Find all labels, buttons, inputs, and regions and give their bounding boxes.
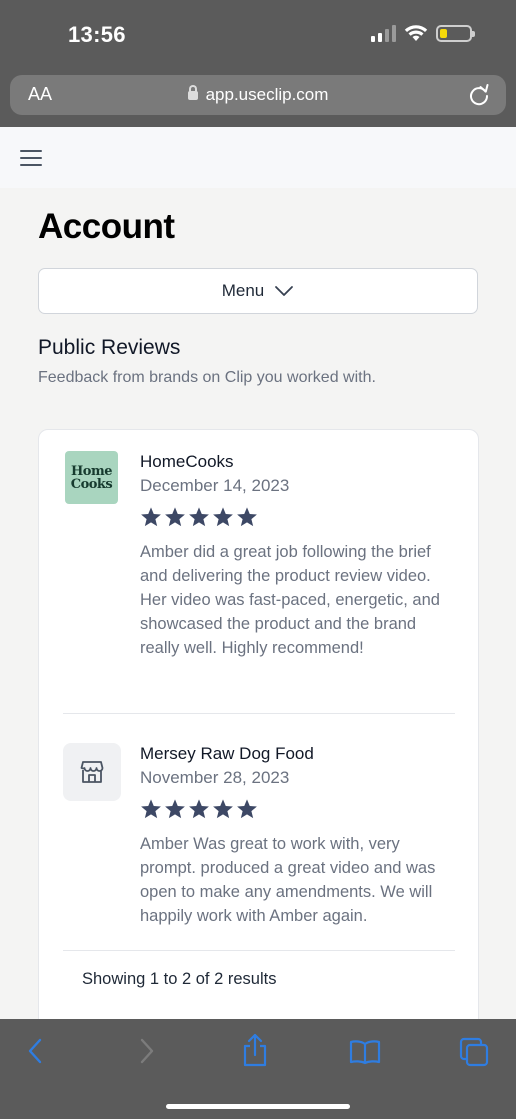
menu-label: Menu [221, 281, 265, 300]
status-icons [371, 24, 475, 42]
address-bar[interactable]: AA app.useclip.com [10, 75, 506, 115]
star-icon [165, 507, 185, 527]
review-date: November 28, 2023 [140, 768, 290, 787]
reviewer-brand-name: HomeCooks [140, 452, 234, 471]
star-icon [237, 507, 257, 527]
review-date: December 14, 2023 [140, 476, 290, 495]
star-icon [213, 507, 233, 527]
cellular-signal-icon [371, 24, 396, 42]
homecooks-logo: Home Cooks [65, 451, 118, 504]
url-text: app.useclip.com [205, 85, 329, 104]
star-icon [189, 507, 209, 527]
review-text: Amber did a great job following the brie… [140, 543, 440, 657]
star-icon [141, 799, 161, 819]
star-icon [213, 799, 233, 819]
bookmarks-icon[interactable] [349, 1039, 381, 1065]
star-icon [189, 799, 209, 819]
app-header [0, 127, 516, 188]
reload-icon[interactable] [468, 83, 490, 107]
reviews-card: Home Cooks HomeCooks December 14, 2023 A… [38, 429, 479, 1049]
reviewer-brand-name: Mersey Raw Dog Food [140, 744, 314, 763]
status-time: 13:56 [68, 22, 126, 47]
divider [63, 950, 455, 951]
tabs-icon[interactable] [459, 1037, 491, 1067]
home-indicator [166, 1104, 350, 1109]
section-subtitle: Feedback from brands on Clip you worked … [38, 369, 376, 386]
browser-bottom-toolbar [0, 1019, 516, 1119]
browser-top-bar: 13:56 AA app.useclip.com [0, 0, 516, 127]
section-title: Public Reviews [38, 336, 181, 359]
back-arrow-icon[interactable] [26, 1037, 44, 1065]
battery-icon [436, 24, 475, 42]
hamburger-menu-icon[interactable] [20, 150, 42, 166]
lock-icon [187, 85, 198, 100]
star-icon [165, 799, 185, 819]
menu-dropdown-button[interactable]: Menu [38, 268, 478, 314]
divider [63, 713, 455, 714]
chevron-down-icon [275, 286, 294, 296]
page-title: Account [38, 207, 175, 246]
forward-arrow-icon[interactable] [138, 1037, 156, 1065]
star-rating [140, 798, 460, 822]
wifi-icon [404, 25, 428, 41]
review-text: Amber Was great to work with, very promp… [140, 835, 436, 925]
star-icon [141, 507, 161, 527]
pagination-summary: Showing 1 to 2 of 2 results [82, 970, 277, 988]
share-icon[interactable] [241, 1033, 269, 1067]
star-icon [237, 799, 257, 819]
store-icon [63, 743, 121, 801]
star-rating [140, 506, 460, 530]
